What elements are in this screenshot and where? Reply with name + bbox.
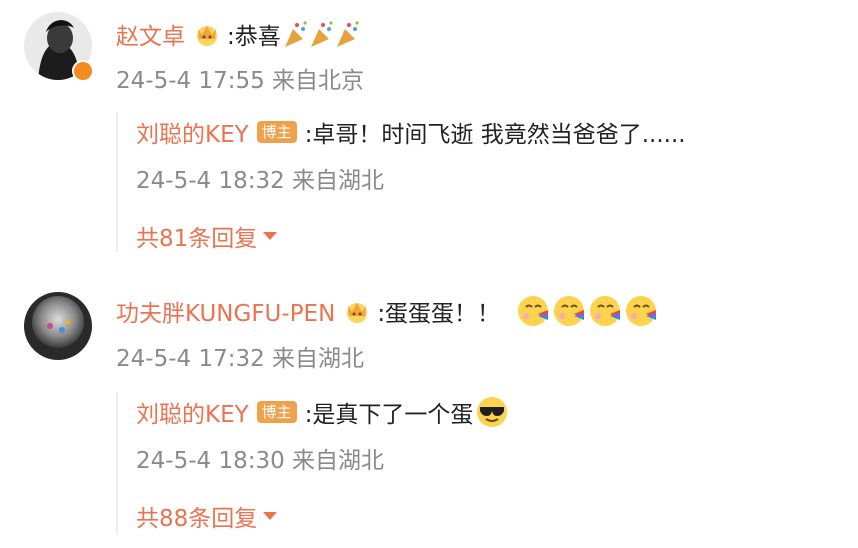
sunglasses-emoji-icon [477, 397, 508, 427]
dropdown-triangle-icon [263, 232, 278, 240]
comment-meta: 24-5-4 17:32 来自湖北 [116, 346, 365, 372]
more-replies-label: 共88条回复 [136, 506, 258, 532]
reply-block: 刘聪的KEY 博主 :是真下了一个蛋 24-5-4 18:30 来自湖北 共88… [116, 392, 838, 534]
reply-username[interactable]: 刘聪的KEY [136, 115, 249, 149]
comment-text: :恭喜 [227, 24, 281, 50]
reply-meta: 24-5-4 18:32 来自湖北 [136, 168, 385, 194]
more-replies-label: 共81条回复 [136, 226, 258, 252]
more-replies-link[interactable]: 共81条回复 [136, 220, 278, 252]
comment-meta: 24-5-4 17:55 来自北京 [116, 68, 365, 94]
more-replies-link[interactable]: 共88条回复 [136, 500, 278, 532]
dropdown-triangle-icon [263, 512, 278, 520]
reply-meta: 24-5-4 18:30 来自湖北 [136, 448, 385, 474]
crown-icon [197, 26, 217, 46]
party-popper-icon [283, 19, 363, 49]
rainbow-kiss-emoji-icon [516, 294, 660, 328]
comment-2: 功夫胖KUNGFU-PEN :蛋蛋蛋！！ 24-5-4 17:32 来自湖北 刘… [0, 280, 858, 548]
reply-text: :卓哥！时间飞逝 我竟然当爸爸了...... [304, 122, 686, 148]
avatar[interactable] [24, 292, 92, 360]
avatar[interactable] [24, 12, 94, 82]
comment-1: 赵文卓 :恭喜 24-5-4 17:55 来自北京 刘聪的KEY 博主:卓哥！… [0, 0, 858, 270]
reply-username[interactable]: 刘聪的KEY [136, 395, 249, 429]
author-badge: 博主 [256, 401, 297, 423]
reply-block: 刘聪的KEY 博主 :卓哥！时间飞逝 我竟然当爸爸了...... 24-5-4 … [116, 112, 838, 252]
comment-username[interactable]: 功夫胖KUNGFU-PEN [116, 294, 335, 328]
author-badge: 博主 [256, 121, 297, 143]
comment-username[interactable]: 赵文卓 [116, 17, 185, 51]
reply-text: :是真下了一个蛋 [304, 402, 474, 428]
crown-icon [347, 303, 368, 323]
comment-text: :蛋蛋蛋！！ [377, 301, 501, 327]
verified-badge-icon [72, 60, 94, 82]
